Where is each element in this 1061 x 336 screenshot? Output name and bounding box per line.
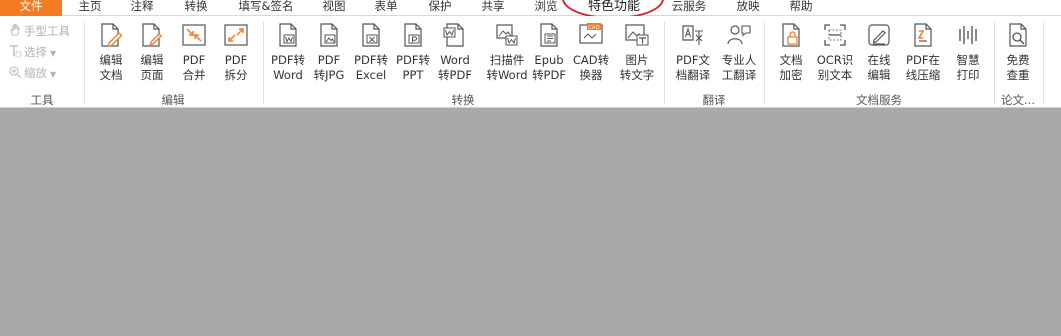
hand-tool-label: 手型工具: [24, 24, 70, 38]
menu-tab-slideshow[interactable]: 放映: [728, 0, 768, 16]
menu-tab-fill-sign[interactable]: 填写&签名: [230, 0, 302, 16]
zoom-tool[interactable]: 缩放 ▼: [8, 64, 56, 82]
translate-icon: [680, 22, 706, 48]
document-workspace[interactable]: [0, 108, 1061, 336]
select-tool-label: 选择: [24, 45, 47, 59]
epub-to-pdf-icon: [536, 22, 562, 48]
menu-tab-share[interactable]: 共享: [473, 0, 513, 16]
menu-file[interactable]: 文件: [0, 0, 62, 16]
menu-tab-view[interactable]: 视图: [314, 0, 354, 16]
pdf-to-jpg-icon: [316, 22, 342, 48]
human-translate-icon: [726, 22, 752, 48]
menu-tab-home[interactable]: 主页: [70, 0, 110, 16]
zoom-icon: [9, 66, 22, 79]
menu-bar: 文件 主页 注释 转换 填写&签名 视图 表单 保护 共享 浏览 特色功能 云服…: [0, 0, 1061, 16]
ribbon-toolbar: 手型工具 选择 ▼ 缩放 ▼ 工具 编辑 文档 编辑 页面 PDF 合并 PDF 拆…: [0, 16, 1061, 108]
group-label-paper: 论文...: [1001, 93, 1035, 107]
scan-to-word-icon: [494, 22, 520, 48]
pdf-to-excel-icon: [358, 22, 384, 48]
ocr-icon: [822, 22, 848, 48]
smart-print-icon: [955, 22, 981, 48]
word-to-pdf-icon: [442, 22, 468, 48]
menu-tab-form[interactable]: 表单: [366, 0, 406, 16]
plagiarism-check-icon: [1005, 22, 1031, 48]
menu-tab-annotate[interactable]: 注释: [122, 0, 162, 16]
lock-document-icon: [778, 22, 804, 48]
pdf-to-word-icon: [275, 22, 301, 48]
hand-icon: [10, 24, 20, 36]
free-plagiarism-check-button[interactable]: 免费 查重: [993, 22, 1043, 92]
merge-icon: [181, 22, 207, 48]
pdf-split-button[interactable]: PDF 拆分: [211, 22, 261, 92]
menu-tab-protect[interactable]: 保护: [420, 0, 460, 16]
image-to-text-label: 图片 转文字: [619, 53, 655, 82]
split-icon: [223, 22, 249, 48]
text-cursor-icon: [10, 45, 22, 58]
group-label-edit: 编辑: [161, 93, 185, 107]
pdf-to-ppt-icon: [400, 22, 426, 48]
edit-page-icon: [139, 22, 165, 48]
menu-tab-features[interactable]: 特色功能: [578, 0, 650, 16]
chevron-down-icon: ▼: [50, 70, 57, 79]
menu-tab-browse[interactable]: 浏览: [526, 0, 566, 16]
image-to-text-icon: [624, 22, 650, 48]
select-tool[interactable]: 选择 ▼: [8, 43, 56, 61]
word-to-pdf-button[interactable]: Word 转PDF: [430, 22, 480, 92]
smart-print-button[interactable]: 智慧 打印: [943, 22, 993, 92]
hand-tool[interactable]: 手型工具: [8, 22, 70, 40]
cad-converter-icon: CAD: [578, 22, 604, 48]
menu-tab-cloud[interactable]: 云服务: [666, 0, 712, 16]
edit-document-icon: [98, 22, 124, 48]
menu-tab-convert[interactable]: 转换: [176, 0, 216, 16]
group-separator: [1043, 22, 1044, 104]
svg-text:CAD: CAD: [588, 25, 600, 31]
group-label-tools: 工具: [30, 93, 54, 107]
human-translate-button[interactable]: 专业人 工翻译: [714, 22, 764, 92]
group-label-translate: 翻译: [702, 93, 726, 107]
menu-tab-help[interactable]: 帮助: [781, 0, 821, 16]
free-plagiarism-check-label: 免费 查重: [1006, 53, 1030, 82]
online-edit-icon: [866, 22, 892, 48]
compress-icon: [910, 22, 936, 48]
group-label-convert: 转换: [451, 93, 475, 107]
chevron-down-icon: ▼: [50, 49, 57, 58]
image-to-text-button[interactable]: 图片 转文字: [612, 22, 662, 92]
group-label-document-service: 文档服务: [856, 93, 902, 107]
zoom-tool-label: 缩放: [24, 66, 47, 80]
